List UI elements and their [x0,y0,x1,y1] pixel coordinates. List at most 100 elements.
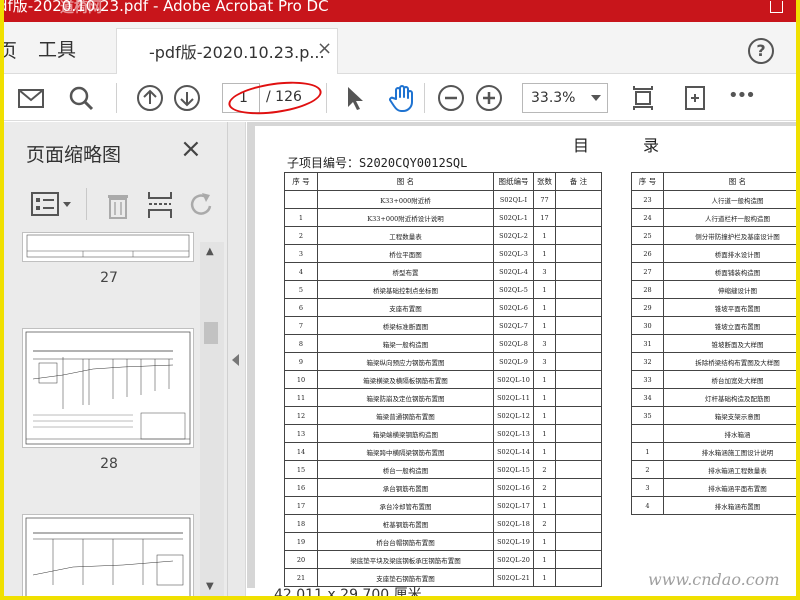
table-row: 15 桥台一般构造图 S02QL-15 2 [284,460,602,479]
rotate-page-icon[interactable] [188,190,216,220]
table-row: 4 桥型布置 S02QL-4 3 [284,262,602,281]
select-pointer-icon[interactable] [339,83,369,113]
thumbnail-scrollbar[interactable]: ▲ ▼ [200,242,224,596]
table-cell: S02QL-9 [493,352,534,371]
scroll-up-icon[interactable]: ▲ [206,246,214,257]
table-cell [284,190,318,209]
document-view[interactable]: 目 录 子项目编号：S2020CQY0012SQL 序 号图 名图纸编号 张数备 … [247,122,796,596]
table-header-row: 序 号图 名 [631,172,796,191]
table-row: 1 排水箱涵施工图设计说明 [631,442,796,461]
zoom-out-icon[interactable] [436,83,466,113]
search-icon[interactable] [66,83,96,113]
table-cell: 3 [533,334,556,353]
pdf-page: 目 录 子项目编号：S2020CQY0012SQL 序 号图 名图纸编号 张数备 … [255,126,796,596]
table-cell: 锥坡断面及大样图 [663,334,796,353]
table-cell [555,442,602,461]
chevron-down-icon [591,95,601,101]
maximize-icon[interactable] [770,1,783,13]
tab-home[interactable]: 页 [4,36,17,63]
close-tab-icon[interactable]: × [317,38,332,59]
table-cell: S02QL-20 [493,550,534,569]
scrollbar-thumb[interactable] [204,322,218,344]
previous-page-icon[interactable] [135,83,165,113]
table-cell: 21 [284,568,318,587]
table-cell: 12 [284,406,318,425]
table-cell: 1 [533,568,556,587]
table-cell: S02QL-10 [493,370,534,389]
table-cell: 15 [284,460,318,479]
table-cell: 19 [284,532,318,551]
table-row: 28 伸缩缝设计图 [631,280,796,299]
table-cell: 2 [533,478,556,497]
table-cell [555,352,602,371]
table-header-row: 序 号图 名图纸编号 张数备 注 [284,172,602,191]
page-options-icon[interactable] [30,190,74,220]
insert-page-icon[interactable] [146,190,174,220]
table-cell: 1 [533,532,556,551]
table-cell: 8 [284,334,318,353]
table-cell: 侧分带防撞护栏及基座设计图 [663,226,796,245]
table-row: 18 桩基钢筋布置图 S02QL-18 2 [284,514,602,533]
table-cell [555,424,602,443]
close-panel-icon[interactable]: × [180,136,202,162]
thumbnail-drawing [25,517,191,596]
zoom-level-select[interactable]: 33.3% [522,83,608,113]
delete-page-icon[interactable] [104,190,132,220]
full-screen-icon[interactable] [680,83,710,113]
table-row: 6 支座布置图 S02QL-6 1 [284,298,602,317]
table-cell: S02QL-7 [493,316,534,335]
zoom-in-icon[interactable] [474,83,504,113]
table-cell: 17 [533,208,556,227]
table-cell: 箱梁端横梁钢筋构造图 [317,424,494,443]
table-row: 21 支座垫石钢筋布置图 S02QL-21 1 [284,568,602,587]
table-row: 31 锥坡断面及大样图 [631,334,796,353]
table-row: 23 人行道一般构造图 [631,190,796,209]
table-cell: K33+000附近桥 [317,190,494,209]
table-cell: 29 [631,298,664,317]
table-cell: 1 [533,388,556,407]
table-row: 排水箱涵 [631,424,796,443]
table-header-cell: 序 号 [631,172,664,191]
table-cell: 30 [631,316,664,335]
table-cell [555,280,602,299]
table-cell: 10 [284,370,318,389]
table-row: 24 人行道栏杆一般构造图 [631,208,796,227]
next-page-icon[interactable] [172,83,202,113]
more-icon[interactable]: ••• [728,85,756,106]
mail-icon[interactable] [16,83,46,113]
thumbnail-label: 27 [100,270,118,286]
toolbar: / 126 33.3% [4,75,796,121]
table-row: 19 桥台台帽钢筋布置图 S02QL-19 1 [284,532,602,551]
table-header-cell: 图 名 [317,172,494,191]
table-cell [555,478,602,497]
table-cell: 1 [533,244,556,263]
fit-page-icon[interactable] [628,83,658,113]
tab-document[interactable]: -pdf版-2020.10.23.p... × [116,28,338,74]
page-thumbnail-27[interactable] [22,232,194,262]
table-cell: 77 [533,190,556,209]
page-thumbnails-panel: 页面缩略图 × 27 28 ▲ ▼ [4,122,228,596]
table-row: 3 桥位平面图 S02QL-3 1 [284,244,602,263]
hand-tool-icon[interactable] [387,83,417,113]
table-row: 34 灯杆基础构造及配筋图 [631,388,796,407]
table-cell: 20 [284,550,318,569]
table-cell: 1 [533,442,556,461]
table-cell: 34 [631,388,664,407]
scroll-down-icon[interactable]: ▼ [206,581,214,592]
page-thumbnail-29[interactable] [22,514,194,596]
help-icon[interactable]: ? [748,38,774,64]
table-cell: 排水箱涵平面布置图 [663,478,796,497]
table-cell: S02QL-2 [493,226,534,245]
table-cell: 排水箱涵布置图 [663,496,796,515]
page-thumbnail-28[interactable] [22,328,194,448]
table-cell: 桥型布置 [317,262,494,281]
table-cell: 锥坡平面布置图 [663,298,796,317]
table-cell: 承台冷却管布置图 [317,496,494,515]
collapse-panel-icon[interactable] [232,354,239,366]
tab-tools[interactable]: 工具 [38,35,76,62]
panel-splitter[interactable] [228,122,246,596]
table-cell: 1 [631,442,664,461]
table-cell [555,406,602,425]
table-cell: 桩基钢筋布置图 [317,514,494,533]
table-cell [555,370,602,389]
